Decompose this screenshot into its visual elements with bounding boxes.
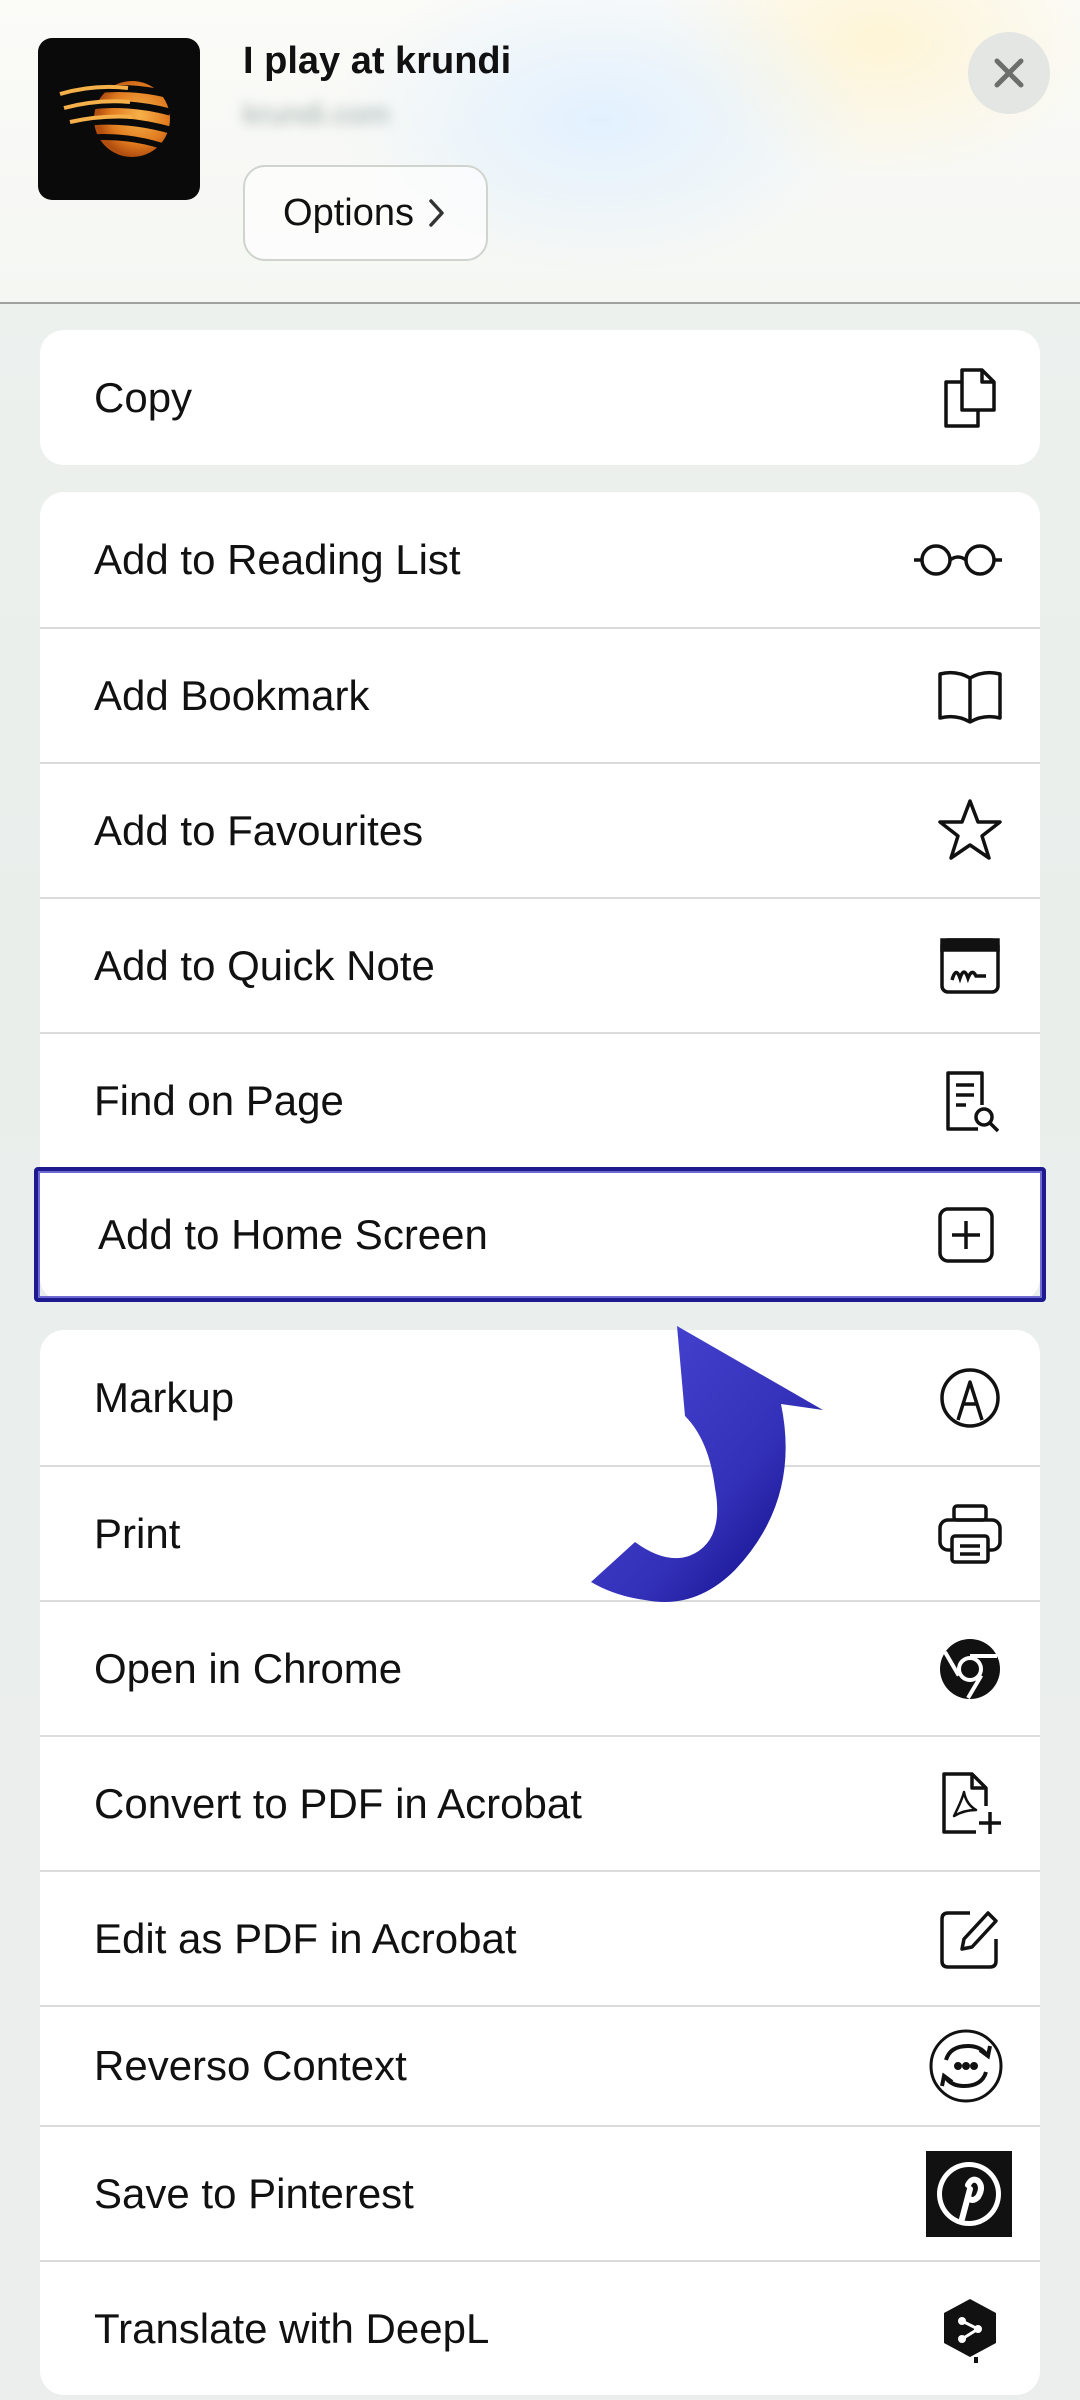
site-title: I play at krundi xyxy=(243,40,512,82)
menu-group-page-actions: Add to Reading List Add Bookmark Add to … xyxy=(34,492,1046,1302)
menu-group-copy: Copy xyxy=(40,330,1040,465)
share-sheet-header: I play at krundi krundi.com Options xyxy=(0,0,1080,304)
menu-item-label: Print xyxy=(94,1509,181,1557)
menu-item-convert-to-pdf-in-acrobat[interactable]: Convert to PDF in Acrobat xyxy=(40,1735,1040,1870)
glasses-icon xyxy=(912,526,1004,594)
menu-group-extensions: Markup Print Open in Chrome Convert to P… xyxy=(40,1330,1040,2395)
menu-item-label: Add to Reading List xyxy=(94,535,461,583)
close-button[interactable] xyxy=(968,32,1050,114)
menu-item-translate-with-deepl[interactable]: Translate with DeepL xyxy=(40,2260,1040,2395)
menu-item-add-to-favourites[interactable]: Add to Favourites xyxy=(40,762,1040,897)
menu-item-markup[interactable]: Markup xyxy=(40,1330,1040,1465)
menu-item-save-to-pinterest[interactable]: Save to Pinterest xyxy=(40,2125,1040,2260)
deepl-icon xyxy=(936,2295,1004,2363)
menu-item-label: Edit as PDF in Acrobat xyxy=(94,1914,517,1962)
menu-item-add-to-reading-list[interactable]: Add to Reading List xyxy=(40,492,1040,627)
krundi-logo-icon xyxy=(59,81,171,157)
chrome-icon xyxy=(936,1635,1004,1703)
menu-item-label: Add Bookmark xyxy=(94,671,370,719)
chevron-right-icon xyxy=(429,199,444,227)
menu-item-label: Add to Favourites xyxy=(94,806,424,854)
menu-item-label: Convert to PDF in Acrobat xyxy=(94,1779,582,1827)
pinterest-icon xyxy=(926,2150,1012,2237)
menu-item-add-bookmark[interactable]: Add Bookmark xyxy=(40,627,1040,762)
options-button[interactable]: Options xyxy=(243,165,488,261)
menu-item-label: Markup xyxy=(94,1373,235,1421)
quick-note-icon xyxy=(936,932,1004,1000)
options-label: Options xyxy=(283,191,414,234)
menu-item-label: Save to Pinterest xyxy=(94,2169,414,2217)
menu-item-label: Open in Chrome xyxy=(94,1644,403,1692)
star-icon xyxy=(936,797,1004,865)
site-app-icon xyxy=(38,38,200,200)
find-document-icon xyxy=(936,1067,1004,1135)
menu-item-reverso-context[interactable]: Reverso Context xyxy=(40,2005,1040,2125)
menu-item-open-in-chrome[interactable]: Open in Chrome xyxy=(40,1600,1040,1735)
menu-item-label: Translate with DeepL xyxy=(94,2304,490,2352)
menu-item-copy[interactable]: Copy xyxy=(40,330,1040,465)
menu-item-label: Copy xyxy=(94,373,193,421)
menu-item-label: Add to Quick Note xyxy=(94,941,435,989)
edit-square-icon xyxy=(936,1905,1004,1973)
close-icon xyxy=(994,58,1024,88)
printer-icon xyxy=(936,1500,1004,1568)
menu-item-label: Find on Page xyxy=(94,1076,344,1124)
markup-pen-icon xyxy=(936,1364,1004,1432)
menu-item-label: Add to Home Screen xyxy=(98,1210,488,1258)
copy-icon xyxy=(936,364,1004,432)
book-icon xyxy=(936,662,1004,730)
pdf-plus-icon xyxy=(936,1770,1004,1838)
site-url: krundi.com xyxy=(243,98,390,131)
plus-square-icon xyxy=(932,1201,1000,1269)
menu-item-label: Reverso Context xyxy=(94,2042,407,2089)
menu-item-add-to-quick-note[interactable]: Add to Quick Note xyxy=(40,897,1040,1032)
reverso-icon xyxy=(928,2028,1004,2104)
menu-item-print[interactable]: Print xyxy=(40,1465,1040,1600)
menu-item-find-on-page[interactable]: Find on Page xyxy=(40,1032,1040,1167)
menu-item-add-to-home-screen[interactable]: Add to Home Screen xyxy=(34,1167,1046,1302)
menu-item-edit-as-pdf-in-acrobat[interactable]: Edit as PDF in Acrobat xyxy=(40,1870,1040,2005)
